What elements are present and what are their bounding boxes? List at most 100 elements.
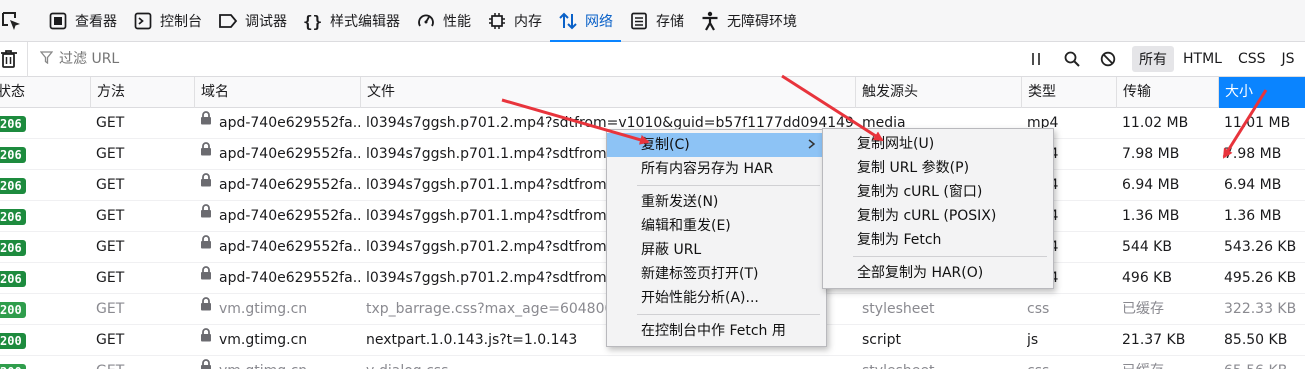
search-icon[interactable] xyxy=(1054,42,1090,77)
menu-item[interactable]: 开始性能分析(A)... xyxy=(607,286,826,310)
lock-icon xyxy=(200,232,212,261)
pause-icon[interactable] xyxy=(1018,42,1054,77)
type-filter-button[interactable]: JS xyxy=(1275,48,1302,70)
menu-item[interactable]: 复制(C) xyxy=(607,133,826,157)
filter-url-input[interactable] xyxy=(59,51,959,67)
context-menu: 复制(C) 所有内容另存为 HAR 重新发送(N) 编辑和重发(E) 屏蔽 URL 新建标… xyxy=(606,129,827,347)
filter-wrap xyxy=(28,42,1018,77)
menu-item[interactable]: 重新发送(N) xyxy=(607,190,826,214)
element-picker-icon[interactable] xyxy=(0,0,40,42)
menu-item[interactable]: 所有内容另存为 HAR xyxy=(607,157,826,181)
block-icon[interactable] xyxy=(1090,42,1126,77)
menu-item-label: 复制(C) xyxy=(641,137,690,153)
column-header[interactable]: 方法 xyxy=(90,77,194,108)
type-filter-button[interactable]: 所有 xyxy=(1132,46,1174,72)
domain-cell: vm.gtimg.cn xyxy=(200,294,360,325)
menu-item-label: 重新发送(N) xyxy=(641,194,719,210)
method-cell: GET xyxy=(96,115,125,131)
cause-cell: stylesheet xyxy=(862,301,935,317)
menu-item[interactable]: 复制为 cURL (窗口) xyxy=(823,180,1053,204)
clear-requests-icon[interactable] xyxy=(0,41,28,77)
transfer-cell: 7.98 MB xyxy=(1122,146,1180,162)
menu-item[interactable]: 编辑和重发(E) xyxy=(607,214,826,238)
method-cell: GET xyxy=(96,208,125,224)
menu-item[interactable]: 复制 URL 参数(P) xyxy=(823,156,1053,180)
status-badge: 206 xyxy=(0,147,26,163)
domain-text: vm.gtimg.cn xyxy=(219,301,308,317)
menu-item[interactable]: 新建标签页打开(T) xyxy=(607,262,826,286)
tab-inspector[interactable]: 查看器 xyxy=(40,0,125,42)
size-cell: 65.56 KB xyxy=(1224,356,1305,369)
request-table-header: 状态方法域名文件触发源头类型传输大小 xyxy=(0,77,1305,108)
menu-item[interactable]: 复制为 cURL (POSIX) xyxy=(823,204,1053,228)
tab-label: 调试器 xyxy=(245,13,287,30)
size-cell: 85.50 KB xyxy=(1224,332,1288,348)
method-cell: GET xyxy=(96,146,125,162)
tab-console[interactable]: 控制台 xyxy=(125,0,210,42)
tab-label: 控制台 xyxy=(160,13,202,30)
lock-icon xyxy=(200,263,212,292)
debugger-icon xyxy=(218,11,238,31)
transfer-cell: 已缓存 xyxy=(1122,301,1164,317)
domain-text: vm.gtimg.cn xyxy=(219,363,307,369)
menu-item-label: 全部复制为 HAR(O) xyxy=(857,265,984,281)
table-row[interactable]: 200 GET vm.gtimg.cn v-dialog.css stylesheet c… xyxy=(0,356,1305,369)
transfer-cell: 11.02 MB xyxy=(1122,115,1189,131)
menu-item-label: 编辑和重发(E) xyxy=(641,218,731,234)
column-header[interactable]: 文件 xyxy=(360,77,855,108)
lock-icon xyxy=(200,325,212,354)
transfer-cell: 21.37 KB xyxy=(1122,332,1186,348)
column-header[interactable]: 触发源头 xyxy=(855,77,1021,108)
status-badge: 206 xyxy=(0,271,26,287)
menu-item-label: 复制为 Fetch xyxy=(857,232,942,248)
tab-debugger[interactable]: 调试器 xyxy=(210,0,295,42)
status-badge: 206 xyxy=(0,116,26,132)
menu-item-label: 所有内容另存为 HAR xyxy=(641,161,774,177)
column-header[interactable]: 状态 xyxy=(0,77,90,108)
type-cell: js xyxy=(1027,332,1039,348)
domain-cell: apd-740e629552fa... xyxy=(200,201,360,232)
domain-text: apd-740e629552fa... xyxy=(219,146,360,162)
menu-item-label: 复制网址(U) xyxy=(857,136,935,152)
tab-label: 样式编辑器 xyxy=(330,13,400,30)
type-cell: css xyxy=(1027,356,1115,369)
lock-icon xyxy=(200,139,212,168)
menu-item[interactable]: 全部复制为 HAR(O) xyxy=(823,261,1053,285)
tab-label: 内存 xyxy=(514,13,542,30)
transfer-cell: 6.94 MB xyxy=(1122,177,1180,193)
storage-icon xyxy=(629,11,649,31)
tab-style-editor[interactable]: {} 样式编辑器 xyxy=(295,0,408,42)
transfer-cell: 544 KB xyxy=(1122,239,1172,255)
column-header[interactable]: 域名 xyxy=(194,77,360,108)
menu-item[interactable]: 在控制台中作 Fetch 用 xyxy=(607,319,826,343)
tab-accessibility[interactable]: 无障碍环境 xyxy=(692,0,805,42)
menu-item-label: 复制为 cURL (窗口) xyxy=(857,184,983,200)
column-header[interactable]: 传输 xyxy=(1116,77,1218,108)
devtools-toolbar: 查看器 控制台 调试器 {} 样式编辑器 性能 内存 网络 存储 无障碍环境 xyxy=(0,0,1305,43)
file-cell: v-dialog.css xyxy=(366,356,854,369)
menu-item-label: 新建标签页打开(T) xyxy=(641,266,759,282)
menu-item[interactable]: 复制网址(U) xyxy=(823,132,1053,156)
menu-item-label: 复制 URL 参数(P) xyxy=(857,160,970,176)
tab-memory[interactable]: 内存 xyxy=(479,0,550,42)
style-editor-icon: {} xyxy=(303,11,323,31)
type-filter-button[interactable]: CSS xyxy=(1231,48,1273,70)
transfer-cell: 已缓存 xyxy=(1122,356,1217,369)
column-header[interactable]: 类型 xyxy=(1021,77,1116,108)
type-filter-button[interactable]: HTML xyxy=(1176,48,1229,70)
filter-bar: 所有HTMLCSSJS xyxy=(0,41,1305,77)
tab-storage[interactable]: 存储 xyxy=(621,0,692,42)
tab-network[interactable]: 网络 xyxy=(550,0,621,43)
tab-performance[interactable]: 性能 xyxy=(408,0,479,42)
method-cell: GET xyxy=(96,270,125,286)
domain-cell: vm.gtimg.cn xyxy=(200,325,360,356)
menu-item[interactable]: 屏蔽 URL xyxy=(607,238,826,262)
cause-cell: stylesheet xyxy=(862,356,1020,369)
menu-item[interactable]: 复制为 Fetch xyxy=(823,228,1053,252)
tab-label: 性能 xyxy=(443,13,471,30)
tab-label: 网络 xyxy=(585,13,613,30)
menu-item-label: 屏蔽 URL xyxy=(641,242,702,258)
status-badge: 200 xyxy=(0,302,26,318)
column-header[interactable]: 大小 xyxy=(1218,77,1305,108)
size-cell: 1.36 MB xyxy=(1224,208,1282,224)
